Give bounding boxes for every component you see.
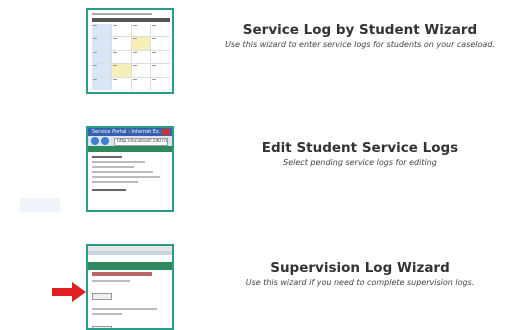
calendar-preview: [92, 24, 170, 90]
supervision-log-wizard-label[interactable]: Supervision Log Wizard Use this wizard i…: [190, 260, 530, 288]
edit-service-logs-thumbnail[interactable]: Service Portal - Internet Ex... http://l…: [86, 126, 174, 212]
close-icon: [162, 129, 170, 135]
forward-icon: [101, 137, 109, 145]
service-log-wizard-title[interactable]: Service Log by Student Wizard: [190, 22, 530, 39]
arrow-right-icon: [52, 282, 86, 302]
supervision-log-wizard-thumbnail[interactable]: [86, 244, 174, 330]
edit-service-logs-title[interactable]: Edit Student Service Logs: [190, 140, 530, 157]
portal-header: [88, 262, 172, 270]
service-log-wizard-subtitle: Use this wizard to enter service logs fo…: [225, 40, 495, 49]
wizard-body: [92, 280, 168, 328]
back-icon: [91, 137, 99, 145]
browser-nav-bar: http://localhost:1907/Dis...: [88, 136, 172, 146]
portal-header: [88, 146, 172, 152]
edit-service-logs-label[interactable]: Edit Student Service Logs Select pending…: [190, 140, 530, 168]
portal-body: [92, 156, 168, 206]
window-title: Service Portal - Internet Ex...: [88, 128, 172, 136]
address-bar: http://localhost:1907/Dis...: [114, 138, 168, 146]
faint-highlight: [20, 198, 60, 212]
service-log-wizard-thumbnail[interactable]: [86, 8, 174, 94]
supervision-log-wizard-subtitle: Use this wizard if you need to complete …: [245, 278, 475, 287]
wizard-heading: [92, 272, 152, 276]
supervision-log-wizard-title[interactable]: Supervision Log Wizard: [190, 260, 530, 277]
edit-service-logs-subtitle: Select pending service logs for editing: [283, 158, 437, 167]
service-log-wizard-label[interactable]: Service Log by Student Wizard Use this w…: [190, 22, 530, 50]
